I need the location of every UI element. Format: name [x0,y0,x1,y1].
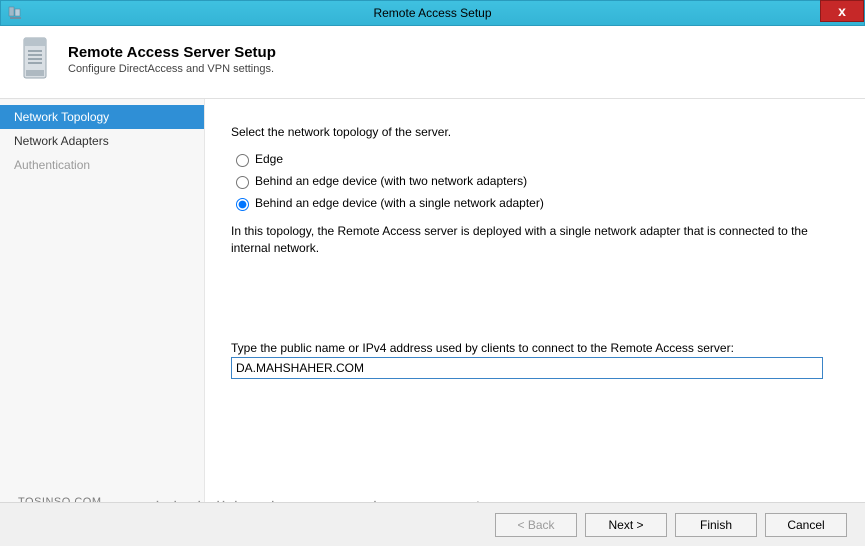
titlebar: Remote Access Setup x [0,0,865,26]
wizard-sidebar: Network Topology Network Adapters Authen… [0,99,205,510]
radio-edge[interactable]: Edge [231,151,831,167]
radio-behind-two-input[interactable] [236,176,249,189]
wizard-content: Select the network topology of the serve… [205,99,865,510]
radio-behind-single-adapter[interactable]: Behind an edge device (with a single net… [231,195,831,211]
public-name-input[interactable] [231,357,823,379]
sidebar-item-network-topology[interactable]: Network Topology [0,105,204,129]
topology-instruction: Select the network topology of the serve… [231,125,831,139]
sidebar-item-label: Network Adapters [14,134,109,148]
public-name-label: Type the public name or IPv4 address use… [231,341,831,355]
wizard-header: Remote Access Server Setup Configure Dir… [0,26,865,98]
sidebar-item-label: Network Topology [14,110,109,124]
server-icon [18,34,58,84]
cancel-button[interactable]: Cancel [765,513,847,537]
radio-label: Behind an edge device (with a single net… [255,196,544,210]
next-button[interactable]: Next > [585,513,667,537]
finish-button[interactable]: Finish [675,513,757,537]
wizard-footer: < Back Next > Finish Cancel [0,502,865,546]
sidebar-item-authentication: Authentication [0,153,204,177]
radio-edge-input[interactable] [236,154,249,167]
sidebar-item-network-adapters[interactable]: Network Adapters [0,129,204,153]
topology-description: In this topology, the Remote Access serv… [231,223,831,257]
page-subtitle: Configure DirectAccess and VPN settings. [68,63,276,75]
radio-label: Behind an edge device (with two network … [255,174,527,188]
page-title: Remote Access Server Setup [68,44,276,61]
radio-label: Edge [255,152,283,166]
radio-behind-two-adapters[interactable]: Behind an edge device (with two network … [231,173,831,189]
app-icon [7,5,23,21]
window-title: Remote Access Setup [373,6,491,20]
radio-behind-single-input[interactable] [236,198,249,211]
close-button[interactable]: x [820,0,864,22]
sidebar-item-label: Authentication [14,158,90,172]
back-button: < Back [495,513,577,537]
